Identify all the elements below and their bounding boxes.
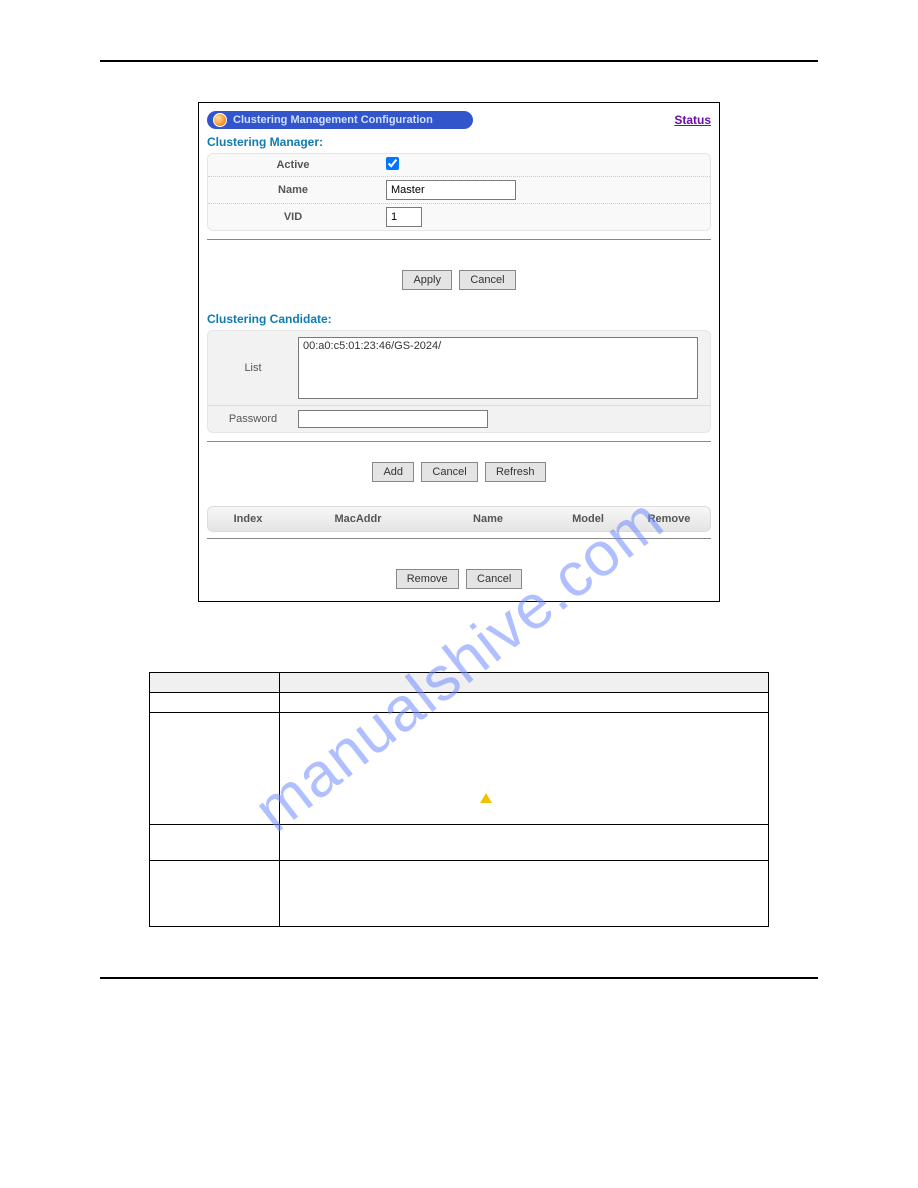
label-active: Active (208, 159, 378, 171)
table-row (150, 861, 769, 927)
dt-label (150, 861, 280, 927)
refresh-button[interactable]: Refresh (485, 462, 546, 482)
th-name: Name (428, 507, 548, 531)
manager-buttons: Apply Cancel (207, 270, 711, 290)
th-model: Model (548, 507, 628, 531)
dt-desc (280, 713, 769, 825)
th-mac: MacAddr (288, 507, 428, 531)
manager-form: Active Name VID (207, 153, 711, 231)
row-list: List 00:a0:c5:01:23:46/GS-2024/ (208, 331, 710, 406)
status-link[interactable]: Status (674, 113, 711, 127)
candidate-section-title: Clustering Candidate: (207, 312, 711, 326)
screenshot-box: Clustering Management Configuration Stat… (198, 102, 720, 602)
name-input[interactable] (386, 180, 516, 200)
dt-desc (280, 861, 769, 927)
panel-header: Clustering Management Configuration Stat… (207, 111, 711, 129)
dt-desc (280, 693, 769, 713)
bottom-rule (100, 977, 818, 979)
password-input[interactable] (298, 410, 488, 428)
manager-section-title: Clustering Manager: (207, 135, 711, 149)
th-index: Index (208, 507, 288, 531)
cluster-table-header: Index MacAddr Name Model Remove (207, 506, 711, 532)
apply-button[interactable]: Apply (402, 270, 452, 290)
table-row (150, 673, 769, 693)
dt-header-label (150, 673, 280, 693)
cancel-button-2[interactable]: Cancel (421, 462, 477, 482)
dt-label (150, 825, 280, 861)
label-vid: VID (208, 211, 378, 223)
orb-icon (213, 113, 227, 127)
row-name: Name (208, 177, 710, 204)
remove-button[interactable]: Remove (396, 569, 459, 589)
dt-label (150, 693, 280, 713)
bottom-buttons: Remove Cancel (207, 569, 711, 589)
active-checkbox[interactable] (386, 157, 399, 170)
label-name: Name (208, 184, 378, 196)
divider-3 (207, 538, 711, 539)
th-remove: Remove (628, 507, 710, 531)
panel-title: Clustering Management Configuration (233, 114, 433, 126)
dt-label (150, 713, 280, 825)
divider-2 (207, 441, 711, 442)
label-list: List (208, 362, 298, 374)
divider-1 (207, 239, 711, 240)
table-row (150, 825, 769, 861)
warning-icon (480, 793, 492, 803)
candidate-form: List 00:a0:c5:01:23:46/GS-2024/ Password (207, 330, 711, 433)
vid-input[interactable] (386, 207, 422, 227)
candidate-list[interactable]: 00:a0:c5:01:23:46/GS-2024/ (298, 337, 698, 399)
cancel-button-3[interactable]: Cancel (466, 569, 522, 589)
panel-title-pill: Clustering Management Configuration (207, 111, 473, 129)
top-rule (100, 60, 818, 62)
dt-desc (280, 825, 769, 861)
row-vid: VID (208, 204, 710, 230)
add-button[interactable]: Add (372, 462, 414, 482)
candidate-buttons: Add Cancel Refresh (207, 462, 711, 482)
row-password: Password (208, 406, 710, 432)
table-row (150, 713, 769, 825)
description-table (149, 672, 769, 927)
table-row (150, 693, 769, 713)
cancel-button-1[interactable]: Cancel (459, 270, 515, 290)
dt-header-desc (280, 673, 769, 693)
label-password: Password (208, 413, 298, 425)
list-item[interactable]: 00:a0:c5:01:23:46/GS-2024/ (303, 340, 693, 352)
row-active: Active (208, 154, 710, 177)
